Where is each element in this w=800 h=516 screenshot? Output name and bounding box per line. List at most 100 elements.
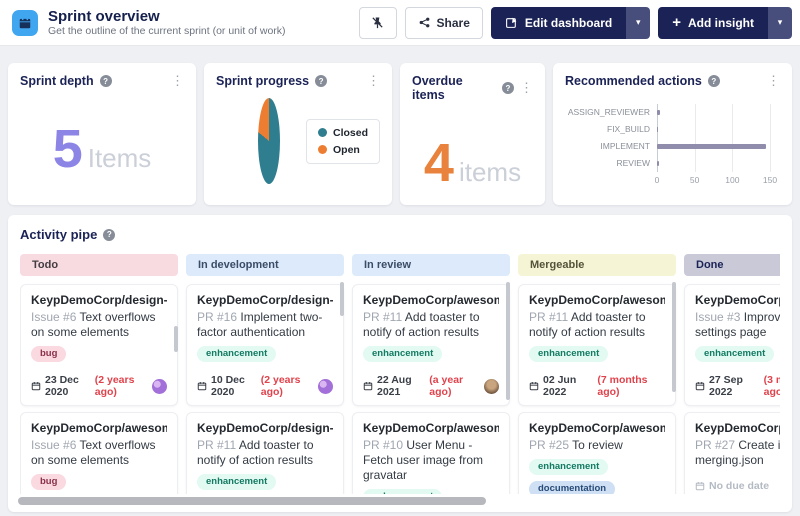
card-labels: enhancement	[529, 346, 665, 362]
chevron-down-icon: ▾	[635, 17, 641, 27]
x-axis-tick-label: 0	[654, 175, 660, 185]
gridline	[770, 104, 771, 172]
kanban-column: In review KeypDemoCorp/awesome-de… PR #1…	[352, 254, 510, 494]
edit-dashboard-split-button: Edit dashboard ▾	[490, 6, 651, 39]
add-insight-button[interactable]: + Add insight	[658, 6, 768, 39]
recommended-actions-card: Recommended actions ? ⋮ ASSIGN_REVIEWER F…	[553, 63, 792, 205]
sprint-progress-card: Sprint progress ? ⋮ Closed Open	[204, 63, 392, 205]
edit-pencil-icon	[505, 16, 518, 29]
card-labels: bug	[31, 474, 167, 490]
gridline	[694, 104, 696, 172]
card-relative-time: (a year ago)	[429, 374, 464, 398]
card-relative-time: (7 months ago)	[597, 374, 648, 398]
card-title: Sprint progress	[216, 74, 310, 88]
kanban-card[interactable]: KeypDemoCorp/design-demo PR #11 Add toas…	[186, 412, 344, 494]
kanban-column-header-done: Done	[684, 254, 780, 276]
edit-dashboard-caret-button[interactable]: ▾	[626, 6, 651, 39]
kanban-card[interactable]: KeypDemoCorp/awesome-ap… Issue #3 Improv…	[684, 284, 780, 406]
card-issue-ref: PR #25	[529, 438, 570, 452]
card-repo-name: KeypDemoCorp/awesome-de…	[363, 421, 499, 435]
y-axis-category-label: ASSIGN_REVIEWER	[567, 107, 650, 117]
kanban-card[interactable]: KeypDemoCorp/awesome-ap… PR #27 Create i…	[684, 412, 780, 494]
kanban-card[interactable]: KeypDemoCorp/design-demo Issue #6 Text o…	[20, 284, 178, 406]
legend-item-open[interactable]: Open	[317, 144, 368, 156]
kanban-column-header-in-review: In review	[352, 254, 510, 276]
card-due-date: 23 Dec 2020	[45, 374, 79, 398]
page-subtitle: Get the outline of the current sprint (o…	[48, 24, 286, 37]
overdue-items-value: 4	[423, 133, 454, 193]
help-icon[interactable]: ?	[99, 75, 112, 87]
kanban-card[interactable]: KeypDemoCorp/awesome-ap… PR #25 To revie…	[518, 412, 676, 494]
vertical-scrollbar[interactable]	[340, 282, 344, 316]
x-axis-tick-label: 50	[689, 175, 700, 185]
kebab-menu-icon[interactable]: ⋮	[171, 74, 184, 87]
card-repo-name: KeypDemoCorp/awesome-de…	[31, 421, 167, 435]
bar-implement	[657, 144, 767, 149]
card-labels: enhancement documentation	[529, 459, 665, 494]
vertical-scrollbar[interactable]	[672, 282, 676, 392]
calendar-icon	[363, 381, 373, 391]
kanban-card[interactable]: KeypDemoCorp/awesome-ap… PR #11 Add toas…	[518, 284, 676, 406]
kanban-column-header-mergeable: Mergeable	[518, 254, 676, 276]
card-relative-time: (2 years ago)	[260, 374, 301, 398]
kebab-menu-icon[interactable]: ⋮	[520, 81, 533, 94]
sprint-depth-value: 5	[52, 119, 83, 179]
page-title: Sprint overview	[48, 7, 160, 25]
card-issue-ref: Issue #6	[31, 438, 77, 452]
kebab-menu-icon[interactable]: ⋮	[367, 74, 380, 87]
label-pill-enhancement: enhancement	[529, 346, 609, 362]
kanban-board: Todo KeypDemoCorp/design-demo Issue #6 T…	[20, 254, 780, 494]
kanban-card[interactable]: KeypDemoCorp/awesome-de… Issue #6 Text o…	[20, 412, 178, 494]
add-insight-caret-button[interactable]: ▾	[768, 6, 792, 39]
stats-row: Sprint depth ? ⋮ 5 Items Sprint progress…	[0, 46, 800, 205]
edit-dashboard-button[interactable]: Edit dashboard	[490, 6, 627, 39]
x-axis-tick-label: 150	[762, 175, 778, 185]
activity-pipe-card: Activity pipe ? Todo KeypDemoCorp/design…	[8, 215, 792, 512]
kanban-column-header-todo: Todo	[20, 254, 178, 276]
horizontal-scrollbar[interactable]	[18, 497, 486, 505]
assignee-avatar	[152, 378, 167, 394]
y-axis-category-label: FIX_BUILD	[607, 124, 650, 134]
pin-off-icon	[370, 15, 385, 30]
card-issue-ref: PR #16	[197, 310, 238, 324]
y-axis-category-label: REVIEW	[616, 158, 650, 168]
card-labels: enhancement	[695, 346, 780, 362]
card-item-title: To review	[572, 438, 623, 452]
card-relative-time: (2 years ago)	[94, 374, 135, 398]
kanban-column: Done KeypDemoCorp/awesome-ap… Issue #3 I…	[684, 254, 780, 494]
x-axis-tick-label: 100	[725, 175, 740, 185]
card-repo-name: KeypDemoCorp/awesome-ap…	[529, 421, 665, 435]
legend-item-closed[interactable]: Closed	[317, 127, 368, 139]
card-due-date: No due date	[709, 480, 770, 492]
label-pill-enhancement: enhancement	[529, 459, 609, 475]
label-pill-enhancement: enhancement	[363, 346, 443, 362]
gridline	[732, 104, 734, 172]
card-repo-name: KeypDemoCorp/awesome-ap…	[695, 293, 780, 307]
help-icon[interactable]: ?	[315, 75, 328, 87]
vertical-scrollbar[interactable]	[174, 326, 178, 352]
kanban-column: In development KeypDemoCorp/design-demo …	[186, 254, 344, 494]
calendar-icon	[31, 381, 41, 391]
card-title: Recommended actions	[565, 74, 702, 88]
card-repo-name: KeypDemoCorp/design-demo	[31, 293, 167, 307]
overdue-items-card: Overdue items ? ⋮ 4 items	[400, 63, 545, 205]
bar-fix_build	[657, 127, 658, 132]
kanban-column: Mergeable KeypDemoCorp/awesome-ap… PR #1…	[518, 254, 676, 494]
recommended-actions-bar-chart: ASSIGN_REVIEWER FIX_BUILD IMPLEMENT REVIEW …	[565, 104, 780, 188]
card-issue-ref: PR #11	[197, 438, 237, 452]
help-icon[interactable]: ?	[707, 75, 720, 87]
sprint-progress-pie	[258, 98, 280, 184]
card-repo-name: KeypDemoCorp/awesome-ap…	[529, 293, 665, 307]
unpin-button[interactable]	[358, 6, 397, 39]
kebab-menu-icon[interactable]: ⋮	[767, 74, 780, 87]
help-icon[interactable]: ?	[103, 228, 116, 241]
vertical-scrollbar[interactable]	[506, 282, 510, 400]
kanban-card[interactable]: KeypDemoCorp/awesome-de… PR #10 User Men…	[352, 412, 510, 494]
help-icon[interactable]: ?	[502, 82, 514, 94]
kanban-card[interactable]: KeypDemoCorp/awesome-de… PR #11 Add toas…	[352, 284, 510, 406]
closed-series-dot	[317, 128, 327, 137]
kanban-column-header-in-development: In development	[186, 254, 344, 276]
share-button[interactable]: Share	[404, 6, 483, 39]
kanban-card[interactable]: KeypDemoCorp/design-demo PR #16 Implemen…	[186, 284, 344, 406]
label-pill-enhancement: enhancement	[695, 346, 775, 362]
